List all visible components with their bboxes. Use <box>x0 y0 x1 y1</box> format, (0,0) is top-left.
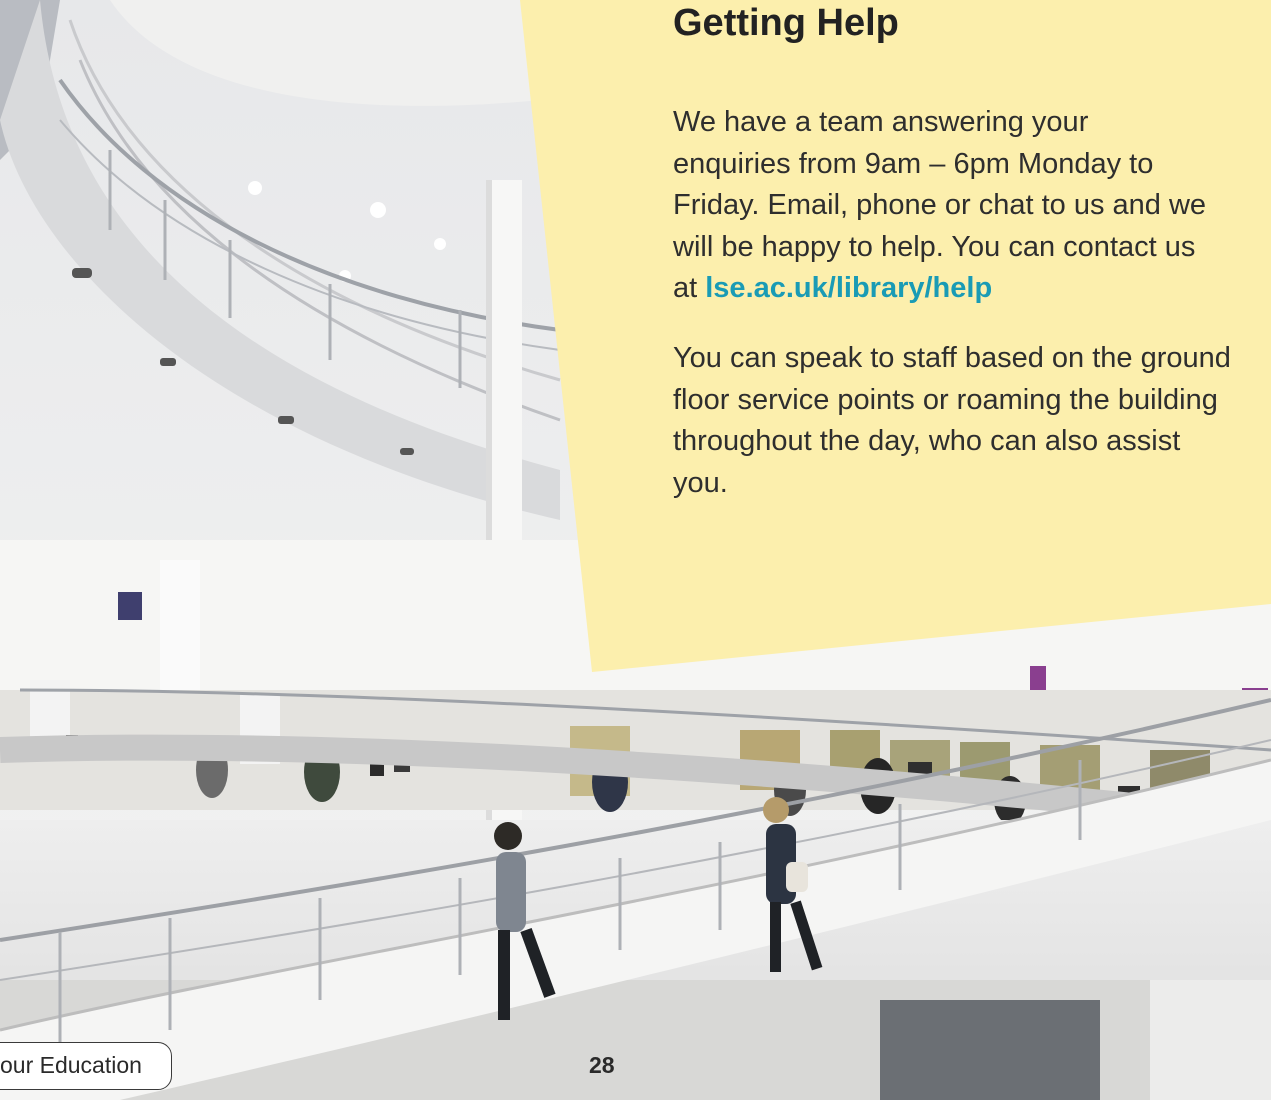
section-heading: Getting Help <box>673 2 899 44</box>
help-link[interactable]: lse.ac.uk/library/help <box>705 272 992 304</box>
team-hours-paragraph: We have a team answering your enquiries … <box>673 102 1213 310</box>
page-number: 28 <box>589 1052 615 1078</box>
footer-section-label: our Education <box>0 1052 142 1078</box>
staff-assistance-paragraph: You can speak to staff based on the grou… <box>673 342 1231 499</box>
